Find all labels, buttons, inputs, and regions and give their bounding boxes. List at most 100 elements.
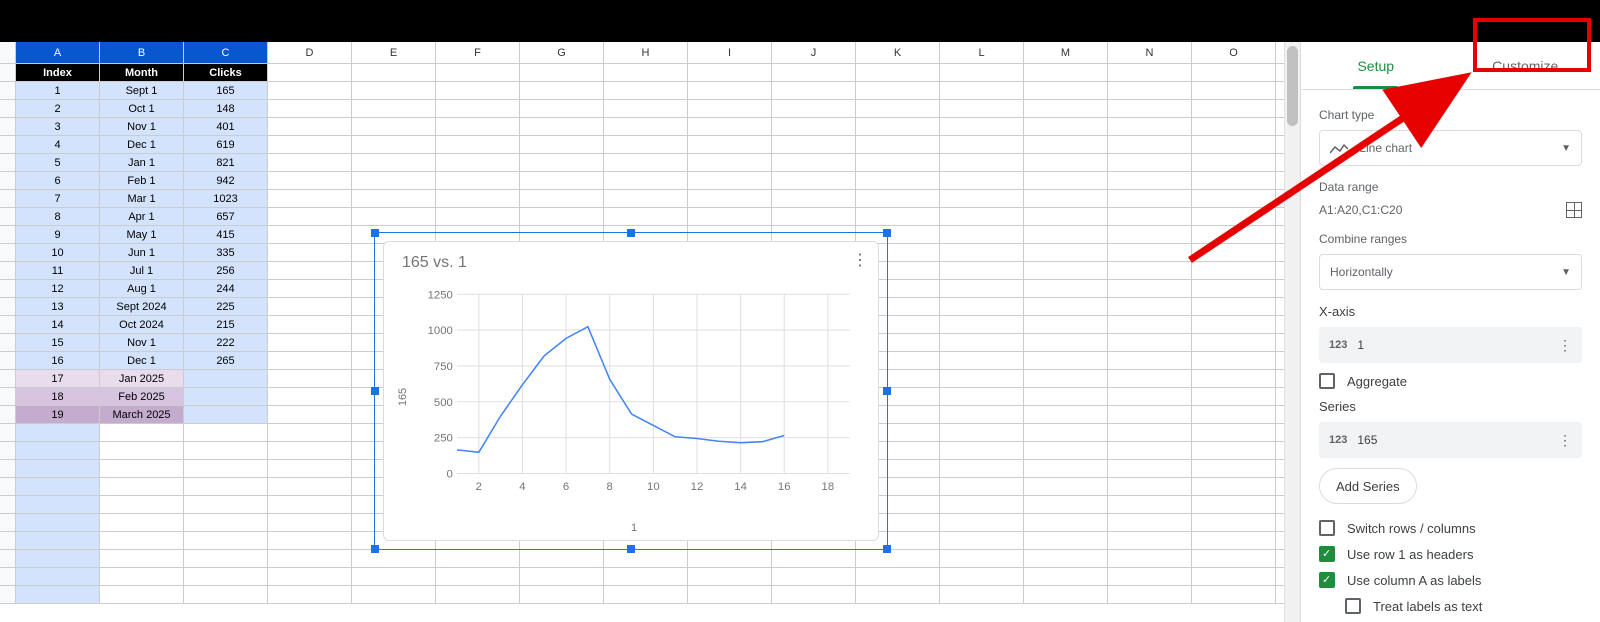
cell[interactable] [604,154,688,171]
cell[interactable] [268,478,352,495]
cell[interactable] [1192,406,1276,423]
cell[interactable]: 256 [184,262,268,279]
cell[interactable] [940,514,1024,531]
cell[interactable] [520,586,604,603]
cell[interactable]: 9 [16,226,100,243]
cell[interactable] [100,532,184,549]
cell[interactable] [352,586,436,603]
cell[interactable] [268,568,352,585]
vertical-scrollbar[interactable] [1284,42,1300,622]
cell[interactable] [268,262,352,279]
cell[interactable] [1192,280,1276,297]
cell[interactable]: 148 [184,100,268,117]
cell[interactable] [1192,550,1276,567]
cell[interactable]: Apr 1 [100,208,184,225]
cell[interactable]: 19 [16,406,100,423]
cell[interactable] [1024,172,1108,189]
cell[interactable] [16,568,100,585]
cell[interactable] [1192,64,1276,81]
resize-handle[interactable] [371,387,379,395]
cell[interactable] [1108,226,1192,243]
col-header-J[interactable]: J [772,42,856,63]
cell[interactable] [520,568,604,585]
cell[interactable] [940,388,1024,405]
cell[interactable] [1024,568,1108,585]
cell[interactable]: 13 [16,298,100,315]
cell[interactable] [604,190,688,207]
cell[interactable] [604,100,688,117]
cell[interactable] [940,298,1024,315]
cell[interactable]: Jan 1 [100,154,184,171]
cell[interactable] [1192,568,1276,585]
cell[interactable] [1024,532,1108,549]
cell[interactable]: 165 [184,82,268,99]
cell[interactable] [1024,496,1108,513]
cell[interactable] [100,478,184,495]
cell[interactable] [856,550,940,567]
cell[interactable] [1024,370,1108,387]
cell[interactable] [520,64,604,81]
cell[interactable]: Sept 1 [100,82,184,99]
cell[interactable]: Mar 1 [100,190,184,207]
cell[interactable]: Dec 1 [100,136,184,153]
col-header-I[interactable]: I [688,42,772,63]
cell[interactable] [100,550,184,567]
cell[interactable]: Feb 1 [100,172,184,189]
cell[interactable] [1108,64,1192,81]
cell[interactable] [1192,496,1276,513]
cell[interactable] [100,496,184,513]
col-header-B[interactable]: B [100,42,184,63]
cell[interactable] [1024,586,1108,603]
cell[interactable] [268,532,352,549]
use-row1-checkbox[interactable] [1319,546,1335,562]
cell[interactable] [856,568,940,585]
cell[interactable] [1024,478,1108,495]
cell[interactable] [520,118,604,135]
cell[interactable]: May 1 [100,226,184,243]
cell[interactable] [520,136,604,153]
cell[interactable] [1192,586,1276,603]
cell[interactable] [268,460,352,477]
chart-menu-icon[interactable]: ⋮ [852,250,868,270]
cell[interactable] [856,586,940,603]
cell[interactable] [268,64,352,81]
cell[interactable] [1108,82,1192,99]
cell[interactable] [940,442,1024,459]
chart-type-select[interactable]: Line chart ▼ [1319,130,1582,166]
cell[interactable] [940,568,1024,585]
cell[interactable] [16,514,100,531]
cell[interactable] [940,406,1024,423]
cell[interactable] [268,514,352,531]
cell[interactable] [268,388,352,405]
tab-customize[interactable]: Customize [1451,42,1600,89]
cell[interactable] [268,280,352,297]
cell[interactable]: Jan 2025 [100,370,184,387]
cell[interactable]: 14 [16,316,100,333]
cell[interactable] [1108,442,1192,459]
cell[interactable]: Clicks [184,64,268,81]
cell[interactable] [352,118,436,135]
cell[interactable] [436,208,520,225]
cell[interactable] [436,82,520,99]
cell[interactable]: 4 [16,136,100,153]
col-header-M[interactable]: M [1024,42,1108,63]
col-header-O[interactable]: O [1192,42,1276,63]
combine-ranges-select[interactable]: Horizontally ▼ [1319,254,1582,290]
cell[interactable] [268,244,352,261]
cell[interactable] [940,460,1024,477]
cell[interactable] [16,532,100,549]
cell[interactable]: Feb 2025 [100,388,184,405]
cell[interactable] [520,100,604,117]
more-icon[interactable]: ⋮ [1558,432,1572,449]
cell[interactable] [856,172,940,189]
cell[interactable] [688,100,772,117]
cell[interactable] [1024,316,1108,333]
cell[interactable]: Aug 1 [100,280,184,297]
cell[interactable] [1192,262,1276,279]
cell[interactable] [940,118,1024,135]
resize-handle[interactable] [627,229,635,237]
cell[interactable] [1024,406,1108,423]
cell[interactable] [772,82,856,99]
cell[interactable] [1192,352,1276,369]
cell[interactable]: Sept 2024 [100,298,184,315]
